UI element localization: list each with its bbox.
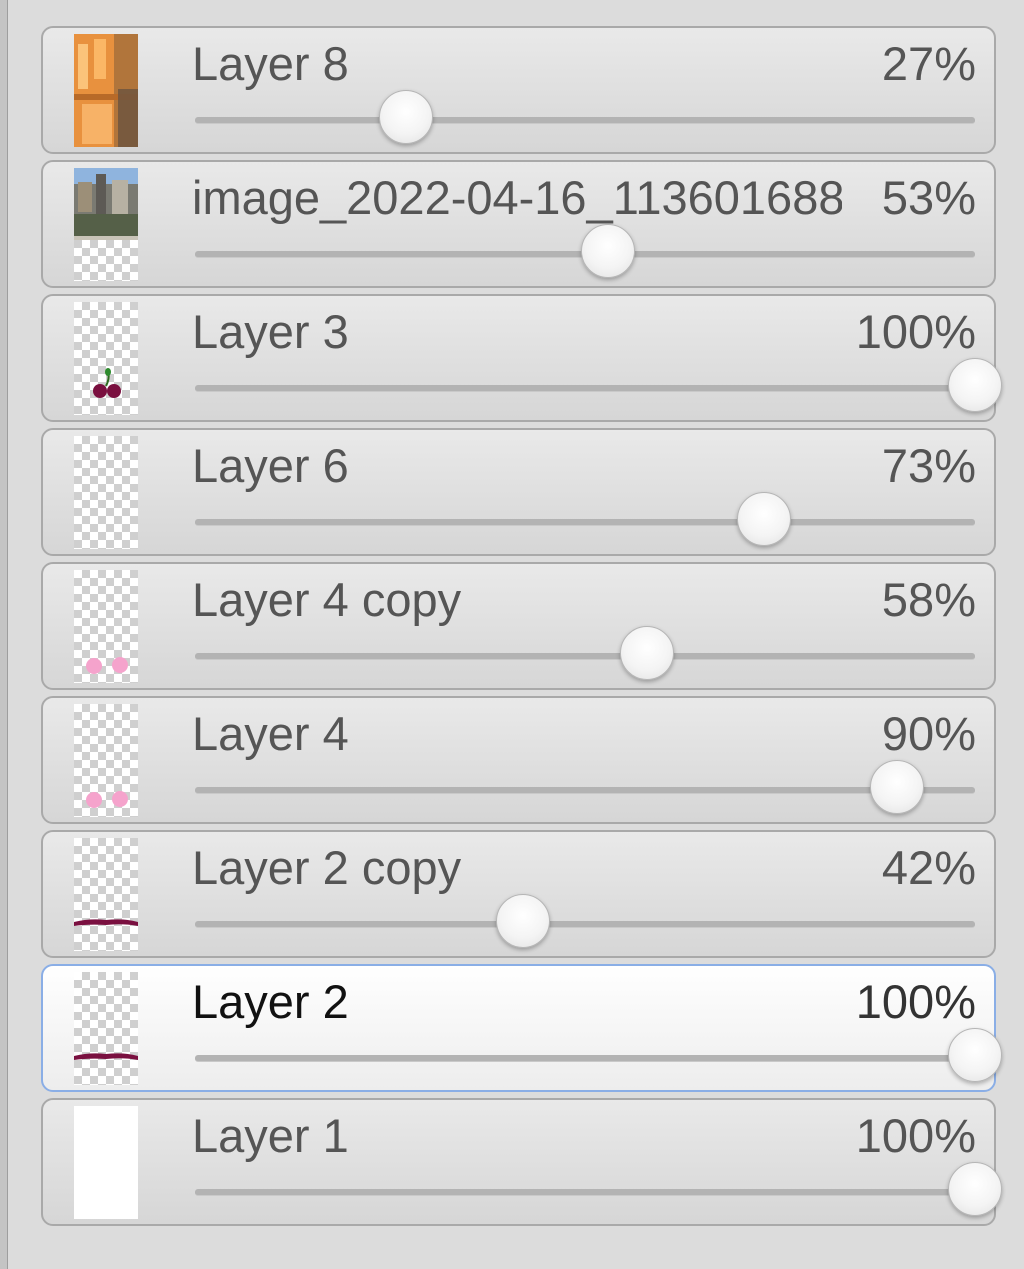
slider-thumb[interactable] <box>870 760 924 814</box>
opacity-slider[interactable] <box>195 224 975 278</box>
opacity-value: 53% <box>881 171 976 224</box>
layer-thumbnail <box>74 704 138 817</box>
slider-track[interactable] <box>195 653 975 660</box>
thumbnail-image <box>74 1053 138 1060</box>
layer-name: Layer 4 <box>192 707 349 760</box>
layer-thumbnail <box>74 838 138 951</box>
opacity-value: 100% <box>855 1109 976 1162</box>
layers-panel: Layer 8 27% image_2022-04-16_113601688 5… <box>41 26 1002 1232</box>
slider-thumb[interactable] <box>948 1162 1002 1216</box>
slider-thumb[interactable] <box>581 224 636 278</box>
layer-thumbnail <box>74 168 138 281</box>
opacity-value: 27% <box>881 37 976 90</box>
layer-thumbnail <box>74 436 138 549</box>
layer-thumbnail <box>74 570 138 683</box>
layer-row[interactable]: image_2022-04-16_113601688 53% <box>41 160 996 288</box>
layer-name: Layer 6 <box>192 439 349 492</box>
opacity-value: 42% <box>881 841 976 894</box>
layer-name: Layer 2 copy <box>192 841 462 894</box>
layer-name: Layer 8 <box>192 37 349 90</box>
opacity-slider[interactable] <box>195 90 975 144</box>
thumbnail-image <box>74 1106 138 1219</box>
thumbnail-image <box>74 919 138 926</box>
layer-row[interactable]: Layer 2 100% <box>41 964 1002 1092</box>
slider-track[interactable] <box>195 1189 975 1196</box>
opacity-slider[interactable] <box>195 492 975 546</box>
layer-row[interactable]: Layer 3 100% <box>41 294 1002 422</box>
opacity-slider[interactable] <box>195 626 975 680</box>
slider-thumb[interactable] <box>620 626 675 680</box>
layer-name: image_2022-04-16_113601688 <box>192 171 842 224</box>
opacity-slider[interactable] <box>195 760 975 814</box>
layer-row[interactable]: Layer 4 90% <box>41 696 996 824</box>
layer-row[interactable]: Layer 8 27% <box>41 26 996 154</box>
slider-thumb[interactable] <box>495 894 550 948</box>
thumbnail-image <box>74 168 138 240</box>
slider-thumb[interactable] <box>948 358 1002 412</box>
thumbnail-image <box>74 34 138 147</box>
layer-name: Layer 1 <box>192 1109 349 1162</box>
opacity-slider[interactable] <box>195 1162 1002 1216</box>
layer-thumbnail <box>74 302 138 415</box>
layer-name: Layer 4 copy <box>192 573 462 626</box>
opacity-slider[interactable] <box>195 358 1002 412</box>
layer-thumbnail <box>74 34 138 147</box>
layer-row[interactable]: Layer 6 73% <box>41 428 996 556</box>
layer-name: Layer 3 <box>192 305 349 358</box>
slider-thumb[interactable] <box>948 1028 1002 1082</box>
thumbnail-image <box>86 657 128 674</box>
layer-name: Layer 2 <box>192 975 349 1028</box>
slider-track[interactable] <box>195 787 975 794</box>
slider-thumb[interactable] <box>378 90 433 144</box>
layer-row[interactable]: Layer 2 copy 42% <box>41 830 996 958</box>
thumbnail-image <box>86 791 128 808</box>
opacity-value: 100% <box>855 975 976 1028</box>
opacity-slider[interactable] <box>195 894 975 948</box>
slider-track[interactable] <box>195 1055 975 1062</box>
opacity-value: 73% <box>881 439 976 492</box>
layer-row[interactable]: Layer 4 copy 58% <box>41 562 996 690</box>
opacity-value: 58% <box>881 573 976 626</box>
slider-track[interactable] <box>195 117 975 124</box>
slider-track[interactable] <box>195 519 975 526</box>
slider-track[interactable] <box>195 921 975 928</box>
layer-thumbnail <box>74 972 138 1085</box>
opacity-value: 90% <box>881 707 976 760</box>
layer-row[interactable]: Layer 1 100% <box>41 1098 1002 1226</box>
slider-track[interactable] <box>195 385 975 392</box>
layer-thumbnail <box>74 1106 138 1219</box>
panel-left-edge <box>0 0 8 1269</box>
opacity-slider[interactable] <box>195 1028 1002 1082</box>
thumbnail-image <box>93 368 121 398</box>
slider-thumb[interactable] <box>737 492 792 546</box>
opacity-value: 100% <box>855 305 976 358</box>
